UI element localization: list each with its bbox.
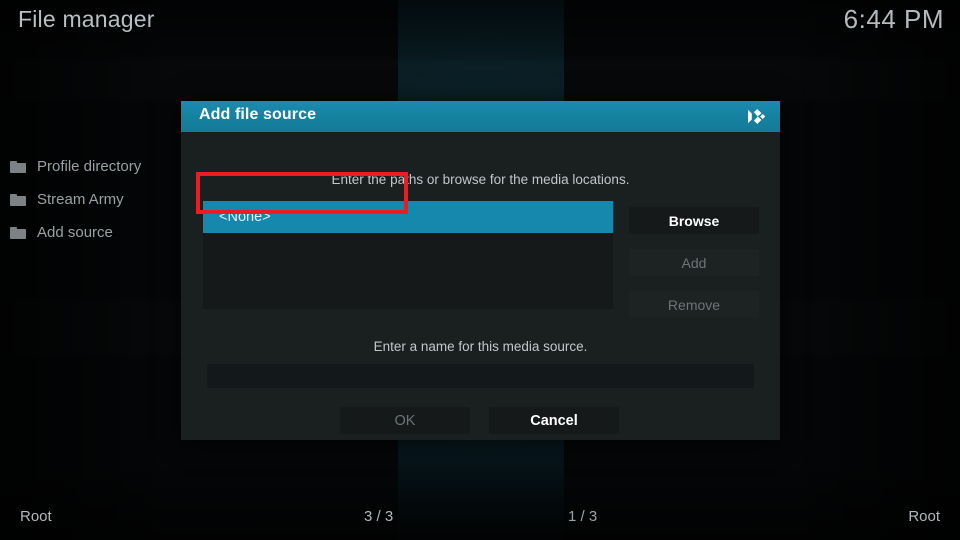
folder-icon [10,193,26,206]
cancel-button-label: Cancel [530,412,578,429]
ok-button-label: OK [394,412,416,429]
page-title: File manager [18,6,155,32]
kodi-screen: File manager 6:44 PM Profile directory S… [0,0,960,540]
status-bar: Root 3 / 3 1 / 3 Root [0,498,960,540]
file-list-panel: Profile directory Stream Army Add source [0,150,180,249]
list-item-add-source[interactable]: Add source [0,216,180,249]
remove-button[interactable]: Remove [629,291,759,318]
clock-label: 6:44 PM [843,4,944,34]
list-item-stream-army[interactable]: Stream Army [0,183,180,216]
list-item-profile-directory[interactable]: Profile directory [0,150,180,183]
remove-button-label: Remove [667,296,721,313]
add-button-label: Add [681,254,707,271]
add-file-source-dialog: Add file source Enter the paths or brows… [181,101,780,440]
status-left-count: 3 / 3 [364,508,394,525]
list-item-label: Add source [37,224,113,241]
kodi-logo-icon [748,108,766,125]
name-hint-label: Enter a name for this media source. [373,339,588,354]
dialog-body: Enter the paths or browse for the media … [181,132,780,440]
path-list-selected-row[interactable]: <None> [203,201,613,233]
path-list[interactable]: <None> [203,201,613,309]
dialog-title: Add file source [199,106,317,123]
path-list-selected-label: <None> [219,209,271,225]
cancel-button[interactable]: Cancel [489,407,619,434]
folder-icon [10,160,26,173]
list-item-label: Stream Army [37,191,124,208]
dialog-header: Add file source [181,101,780,132]
paths-hint-label: Enter the paths or browse for the media … [331,172,630,187]
background-streak [0,60,960,100]
status-left-label: Root [20,508,52,525]
folder-icon [10,226,26,239]
browse-button-label: Browse [668,212,720,229]
ok-button[interactable]: OK [340,407,470,434]
browse-button[interactable]: Browse [629,207,759,234]
top-bar: File manager 6:44 PM [0,0,960,52]
add-button[interactable]: Add [629,249,759,276]
list-item-label: Profile directory [37,158,142,175]
media-source-name-input[interactable] [207,364,754,388]
status-right-count: 1 / 3 [568,508,598,525]
status-right-label: Root [908,508,940,525]
